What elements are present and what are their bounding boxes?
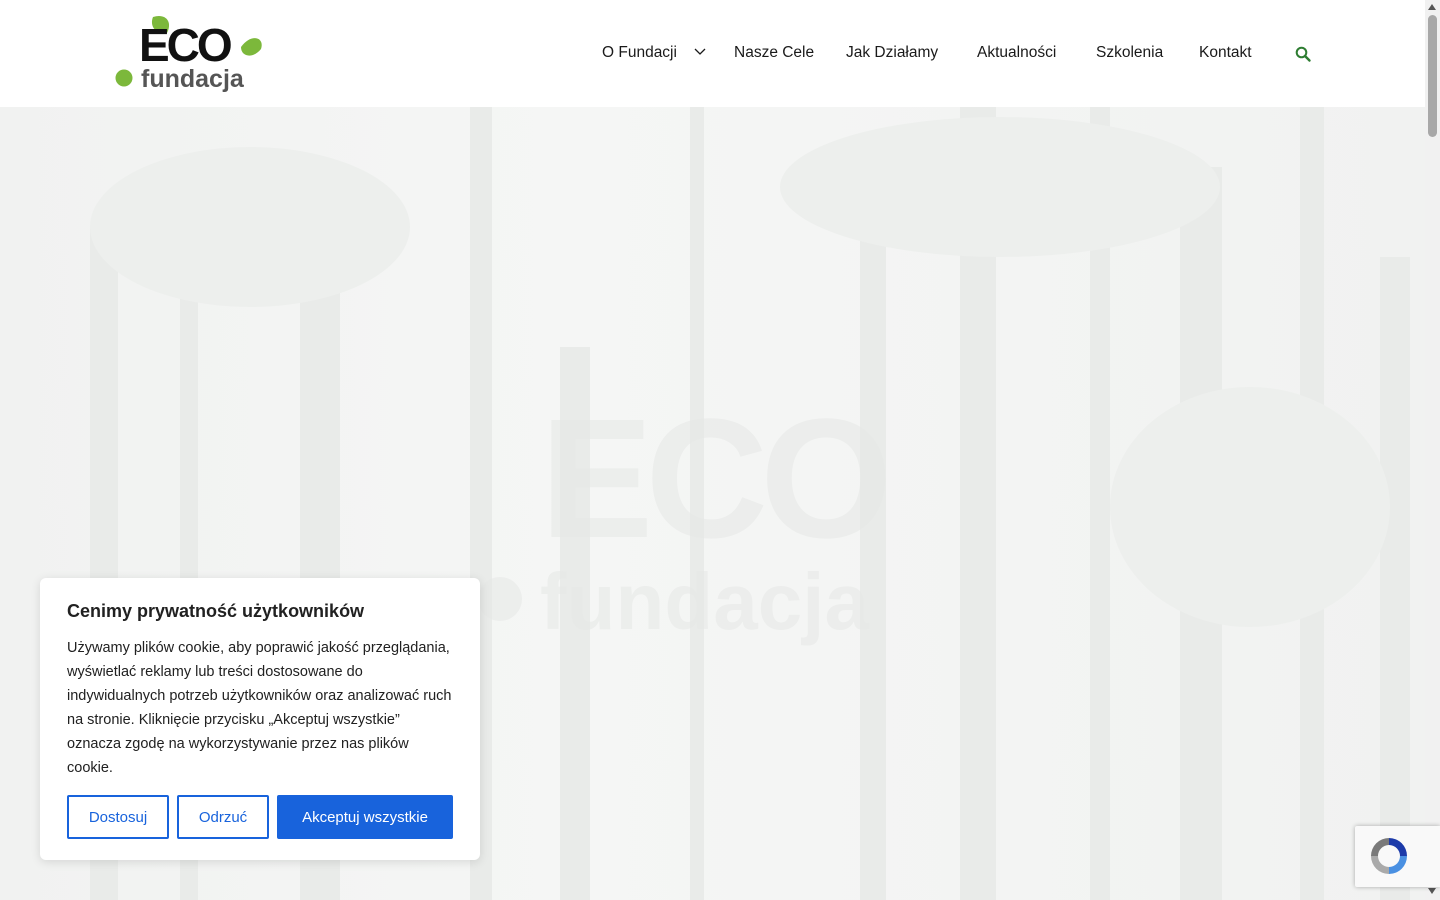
cookie-title: Cenimy prywatność użytkowników — [67, 601, 365, 621]
scroll-up-arrow-icon[interactable] — [1428, 4, 1436, 10]
customize-button[interactable]: Dostosuj — [67, 795, 169, 839]
svg-text:fundacja: fundacja — [540, 557, 869, 646]
nav-item-szkolenia[interactable]: Szkolenia — [1096, 44, 1163, 62]
recaptcha-icon — [1371, 838, 1407, 874]
main-nav: O Fundacji Nasze Cele Jak Działamy Aktua… — [0, 0, 1425, 107]
reject-button[interactable]: Odrzuć — [177, 795, 269, 839]
svg-text:ECO: ECO — [540, 384, 886, 574]
nav-item-nasze-cele[interactable]: Nasze Cele — [734, 44, 814, 62]
search-icon[interactable] — [1294, 45, 1312, 63]
scroll-thumb[interactable] — [1428, 15, 1437, 137]
nav-item-o-fundacji[interactable]: O Fundacji — [602, 44, 677, 62]
accept-all-button[interactable]: Akceptuj wszystkie — [277, 795, 453, 839]
chevron-down-icon[interactable] — [694, 47, 706, 57]
cookie-description: Używamy plików cookie, aby poprawić jako… — [67, 640, 452, 776]
recaptcha-badge[interactable] — [1355, 826, 1440, 887]
scroll-down-arrow-icon[interactable] — [1428, 888, 1436, 894]
cookie-consent-banner: Cenimy prywatność użytkowników Używamy p… — [40, 578, 480, 860]
nav-item-kontakt[interactable]: Kontakt — [1199, 44, 1252, 62]
page-scrollbar[interactable] — [1425, 0, 1440, 900]
nav-item-aktualnosci[interactable]: Aktualności — [977, 44, 1056, 62]
nav-item-jak-dzialamy[interactable]: Jak Działamy — [846, 44, 938, 62]
hero-watermark-logo: ECO fundacja — [480, 384, 894, 646]
site-header: ECO fundacja O Fundacji Nasze Cele Jak D… — [0, 0, 1425, 107]
